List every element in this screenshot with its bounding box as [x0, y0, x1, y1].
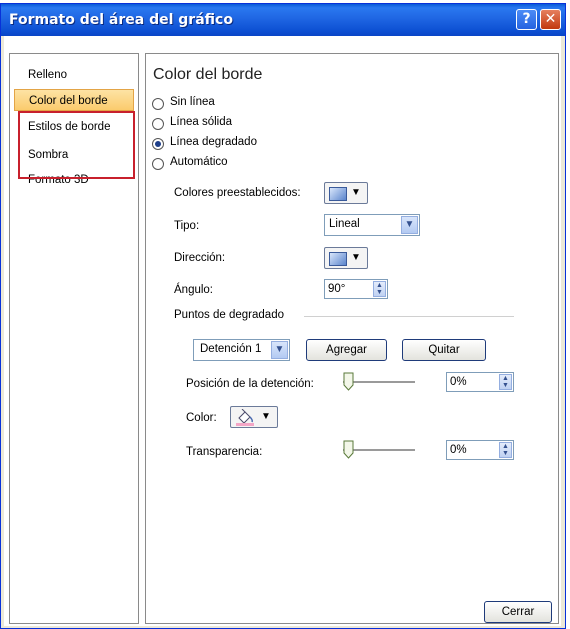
settings-panel: Color del borde Sin línea Línea sólida L… — [145, 53, 559, 624]
type-value: Lineal — [329, 218, 360, 230]
close-icon[interactable]: ✕ — [540, 9, 561, 30]
dialog-body: Relleno Color del borde Estilos de borde… — [4, 36, 561, 626]
stop-position-slider[interactable] — [343, 372, 415, 392]
spinner-icon[interactable]: ▲ ▼ — [499, 374, 512, 390]
divider — [304, 316, 514, 317]
panel-heading: Color del borde — [153, 66, 263, 83]
color-picker-button[interactable]: ▼ — [230, 406, 278, 428]
radio-automatico[interactable] — [152, 158, 164, 170]
transparency-input[interactable]: 0% ▲ ▼ — [446, 440, 514, 460]
preset-colors-label: Colores preestablecidos: — [174, 187, 301, 199]
color-label: Color: — [186, 412, 217, 424]
chevron-down-icon: ▼ — [271, 341, 288, 359]
dropdown-arrow-icon: ▼ — [351, 252, 361, 263]
radio-label-sin-linea: Sin línea — [170, 96, 215, 108]
stop-select[interactable]: Detención 1 ▼ — [193, 339, 290, 361]
stop-select-value: Detención 1 — [200, 343, 262, 355]
transparency-slider[interactable] — [343, 440, 415, 460]
type-label: Tipo: — [174, 220, 200, 232]
add-stop-button[interactable]: Agregar — [306, 339, 387, 361]
radio-linea-degradado[interactable] — [152, 138, 164, 150]
direction-swatch-icon — [329, 252, 347, 266]
dropdown-arrow-icon: ▼ — [351, 187, 361, 198]
radio-linea-solida[interactable] — [152, 118, 164, 130]
nav-item-color-del-borde[interactable]: Color del borde — [14, 89, 134, 111]
transparency-value: 0% — [450, 444, 467, 456]
slider-thumb[interactable] — [343, 372, 354, 391]
remove-stop-button[interactable]: Quitar — [402, 339, 486, 361]
dialog-window: Formato del área del gráfico ? ✕ Relleno… — [0, 3, 566, 629]
dropdown-arrow-icon: ▼ — [261, 411, 271, 422]
angle-label: Ángulo: — [174, 284, 214, 296]
radio-label-linea-solida: Línea sólida — [170, 116, 233, 128]
transparency-label: Transparencia: — [186, 446, 263, 458]
highlight-annotation — [18, 111, 135, 179]
stop-position-value: 0% — [450, 376, 467, 388]
radio-label-automatico: Automático — [170, 156, 228, 168]
paint-bucket-icon — [236, 409, 254, 426]
angle-input[interactable]: 90° ▲ ▼ — [324, 279, 388, 299]
gradient-swatch-icon — [329, 187, 347, 201]
slider-thumb[interactable] — [343, 440, 354, 459]
title-bar[interactable]: Formato del área del gráfico ? ✕ — [1, 4, 565, 36]
angle-value: 90° — [328, 283, 346, 295]
direction-label: Dirección: — [174, 252, 226, 264]
gradient-stops-label: Puntos de degradado — [174, 309, 284, 321]
help-button[interactable]: ? — [516, 9, 537, 30]
radio-sin-linea[interactable] — [152, 98, 164, 110]
stop-position-label: Posición de la detención: — [186, 378, 314, 390]
chevron-down-icon: ▼ — [401, 216, 418, 234]
nav-item-relleno[interactable]: Relleno — [14, 64, 134, 86]
type-select[interactable]: Lineal ▼ — [324, 214, 420, 236]
close-button[interactable]: Cerrar — [484, 601, 552, 623]
spinner-icon[interactable]: ▲ ▼ — [499, 442, 512, 458]
radio-label-linea-degradado: Línea degradado — [170, 136, 257, 148]
spinner-icon[interactable]: ▲ ▼ — [373, 281, 386, 297]
dialog-title: Formato del área del gráfico — [9, 12, 233, 28]
stop-position-input[interactable]: 0% ▲ ▼ — [446, 372, 514, 392]
direction-button[interactable]: ▼ — [324, 247, 368, 269]
preset-colors-button[interactable]: ▼ — [324, 182, 368, 204]
